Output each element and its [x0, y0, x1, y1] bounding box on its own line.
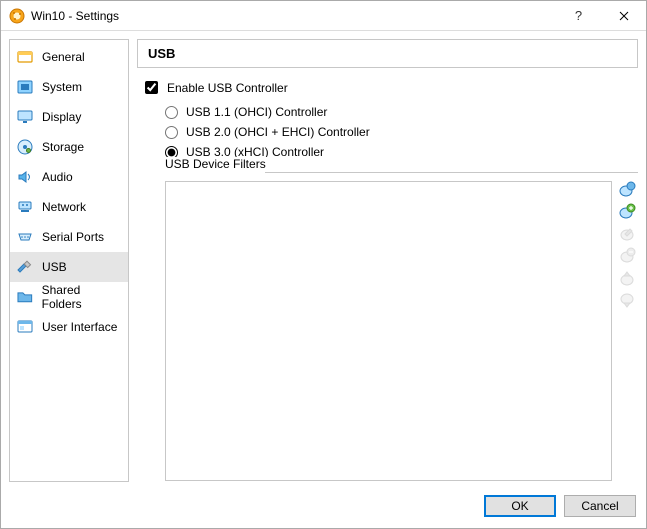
dialog-footer: OK Cancel	[1, 490, 646, 528]
sidebar-item-label: Storage	[42, 140, 84, 154]
usb-2-0-radio[interactable]: USB 2.0 (OHCI + EHCI) Controller	[165, 125, 638, 139]
section-header: USB	[137, 39, 638, 68]
help-button[interactable]: ?	[556, 1, 601, 31]
usb-device-filters-label: USB Device Filters	[165, 157, 268, 171]
usb-1-1-radio[interactable]: USB 1.1 (OHCI) Controller	[165, 105, 638, 119]
ok-button[interactable]: OK	[484, 495, 556, 517]
general-icon	[16, 48, 34, 66]
window-title: Win10 - Settings	[31, 9, 556, 23]
usb-controller-radio-group: USB 1.1 (OHCI) Controller USB 2.0 (OHCI …	[165, 105, 638, 159]
sidebar-item-label: USB	[42, 260, 67, 274]
storage-icon	[16, 138, 34, 156]
move-filter-down-icon	[618, 291, 636, 309]
usb-icon	[16, 258, 34, 276]
add-filter-from-device-icon[interactable]	[618, 203, 636, 221]
add-empty-filter-icon[interactable]	[618, 181, 636, 199]
audio-icon	[16, 168, 34, 186]
system-icon	[16, 78, 34, 96]
sidebar-item-label: User Interface	[42, 320, 117, 334]
settings-window: Win10 - Settings ? General System	[0, 0, 647, 529]
settings-sidebar: General System Display Storage	[9, 39, 129, 482]
network-icon	[16, 198, 34, 216]
usb-2-0-radio-label: USB 2.0 (OHCI + EHCI) Controller	[186, 125, 370, 139]
sidebar-item-general[interactable]: General	[10, 42, 128, 72]
usb-device-filters-fieldset: USB Device Filters	[165, 165, 638, 481]
titlebar: Win10 - Settings ?	[1, 1, 646, 31]
usb-2-0-radio-input[interactable]	[165, 126, 178, 139]
sidebar-item-system[interactable]: System	[10, 72, 128, 102]
usb-filter-actions	[616, 181, 638, 481]
sidebar-item-serial-ports[interactable]: Serial Ports	[10, 222, 128, 252]
user-interface-icon	[16, 318, 34, 336]
display-icon	[16, 108, 34, 126]
sidebar-item-shared-folders[interactable]: Shared Folders	[10, 282, 128, 312]
sidebar-item-user-interface[interactable]: User Interface	[10, 312, 128, 342]
edit-filter-icon	[618, 225, 636, 243]
sidebar-item-label: Display	[42, 110, 81, 124]
sidebar-item-audio[interactable]: Audio	[10, 162, 128, 192]
enable-usb-controller-input[interactable]	[145, 81, 158, 94]
close-button[interactable]	[601, 1, 646, 31]
app-icon	[9, 8, 25, 24]
sidebar-item-label: Serial Ports	[42, 230, 104, 244]
sidebar-item-display[interactable]: Display	[10, 102, 128, 132]
usb-form: Enable USB Controller USB 1.1 (OHCI) Con…	[137, 78, 638, 482]
sidebar-item-label: Audio	[42, 170, 73, 184]
cancel-button[interactable]: Cancel	[564, 495, 636, 517]
usb-1-1-radio-label: USB 1.1 (OHCI) Controller	[186, 105, 327, 119]
remove-filter-icon	[618, 247, 636, 265]
sidebar-item-storage[interactable]: Storage	[10, 132, 128, 162]
sidebar-item-usb[interactable]: USB	[10, 252, 128, 282]
move-filter-up-icon	[618, 269, 636, 287]
sidebar-item-label: Network	[42, 200, 86, 214]
shared-folders-icon	[16, 288, 34, 306]
main-panel: USB Enable USB Controller USB 1.1 (OHCI)…	[137, 39, 638, 482]
serial-ports-icon	[16, 228, 34, 246]
enable-usb-controller-checkbox[interactable]: Enable USB Controller	[141, 78, 638, 97]
content-area: General System Display Storage	[1, 31, 646, 490]
usb-1-1-radio-input[interactable]	[165, 106, 178, 119]
sidebar-item-label: System	[42, 80, 82, 94]
sidebar-item-network[interactable]: Network	[10, 192, 128, 222]
usb-device-filters-list[interactable]	[165, 181, 612, 481]
enable-usb-controller-label: Enable USB Controller	[167, 81, 288, 95]
sidebar-item-label: Shared Folders	[42, 283, 122, 311]
sidebar-item-label: General	[42, 50, 85, 64]
